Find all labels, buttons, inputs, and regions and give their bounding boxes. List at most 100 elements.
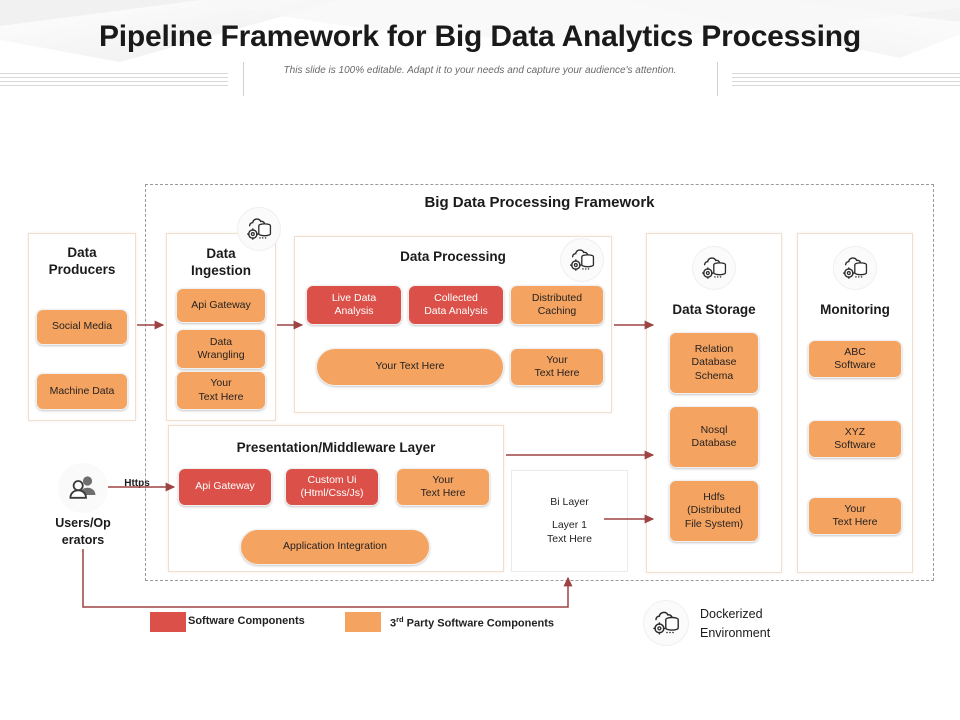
- box-live-data-analysis-line2: Analysis: [334, 305, 374, 317]
- slide-canvas: Pipeline Framework for Big Data Analytic…: [0, 0, 960, 720]
- box-presentation-your-text-line2: Text Here: [420, 487, 466, 499]
- box-relation-db-line2: Database: [691, 356, 737, 369]
- box-monitoring-your-text-here[interactable]: Your Text Here: [808, 497, 902, 535]
- box-xyz-line2: Software: [834, 439, 876, 451]
- box-social-media[interactable]: Social Media: [36, 309, 128, 345]
- box-abc-software-label: ABC Software: [834, 346, 875, 373]
- box-bi-layer[interactable]: Bi Layer Layer 1 Text Here: [511, 470, 628, 572]
- header-rule-left-2: [0, 77, 228, 78]
- legend-docker-line1: Dockerized: [700, 607, 763, 621]
- box-collected-data-analysis[interactable]: Collected Data Analysis: [408, 285, 504, 325]
- box-distributed-caching-line1: Distributed: [531, 291, 583, 304]
- legend-third-party-rest: Party Software Components: [403, 617, 554, 630]
- box-processing-your-text-line2: Text Here: [534, 367, 580, 379]
- box-hdfs[interactable]: Hdfs (Distributed File System): [669, 480, 759, 542]
- box-processing-your-text-here-wide-label: Your Text Here: [375, 360, 445, 373]
- box-xyz-software-label: XYZ Software: [834, 426, 875, 453]
- legend-docker-line2: Environment: [700, 626, 771, 640]
- box-monitoring-your-text-line2: Text Here: [832, 516, 878, 528]
- box-data-wrangling-line1: Data: [209, 335, 233, 348]
- data-producers-title-line1: Data: [67, 245, 97, 260]
- box-abc-line1: ABC: [844, 345, 866, 358]
- header-rule-left-3: [0, 81, 228, 82]
- box-relation-database-schema[interactable]: Relation Database Schema: [669, 332, 759, 394]
- box-live-data-analysis-line1: Live Data: [331, 291, 377, 304]
- panel-title-data-producers: Data Producers: [28, 244, 136, 278]
- page-title: Pipeline Framework for Big Data Analytic…: [98, 20, 862, 53]
- users-operators-label: Users/Op erators: [28, 515, 138, 549]
- box-ingestion-your-text-here-label: Your Text Here: [199, 377, 244, 404]
- box-presentation-api-gateway[interactable]: Api Gateway: [178, 468, 272, 506]
- box-hdfs-line1: Hdfs: [703, 490, 725, 503]
- box-relation-db-line1: Relation: [694, 342, 734, 355]
- box-processing-your-text-line1: Your: [546, 353, 568, 366]
- box-presentation-your-text-line1: Your: [432, 473, 454, 486]
- legend-dockerized-environment: Dockerized Environment: [700, 605, 870, 643]
- users-icon: [58, 463, 108, 513]
- box-hdfs-line3: File System): [684, 517, 744, 530]
- box-monitoring-your-text-line1: Your: [844, 502, 866, 515]
- box-abc-software[interactable]: ABC Software: [808, 340, 902, 378]
- box-nosql-line1: Nosql: [700, 423, 728, 436]
- box-distributed-caching[interactable]: Distributed Caching: [510, 285, 604, 325]
- users-operators-line1: Users/Op: [55, 516, 111, 530]
- box-hdfs-line2: (Distributed: [687, 504, 741, 517]
- box-ingestion-api-gateway[interactable]: Api Gateway: [176, 288, 266, 323]
- box-custom-ui[interactable]: Custom Ui (Html/Css/Js): [285, 468, 379, 506]
- box-abc-line2: Software: [834, 359, 876, 371]
- panel-title-presentation-middleware: Presentation/Middleware Layer: [236, 440, 436, 455]
- legend-label-third-party: 3rd Party Software Components: [390, 615, 554, 630]
- box-processing-your-text-here[interactable]: Your Text Here: [510, 348, 604, 386]
- box-ingestion-your-text-line1: Your: [210, 377, 232, 389]
- box-application-integration-label: Application Integration: [283, 540, 387, 553]
- panel-title-monitoring: Monitoring: [820, 302, 890, 317]
- box-custom-ui-line2: (Html/Css/Js): [300, 487, 364, 499]
- bi-layer-line1: Bi Layer: [550, 495, 589, 508]
- box-collected-data-analysis-line1: Collected: [434, 291, 478, 304]
- box-distributed-caching-line2: Caching: [537, 305, 577, 317]
- box-monitoring-your-text-here-label: Your Text Here: [833, 503, 878, 530]
- data-ingestion-title-line2: Ingestion: [191, 263, 251, 278]
- legend-swatch-software-components: [150, 612, 186, 632]
- box-data-wrangling-label: Data Wrangling: [197, 336, 244, 363]
- box-xyz-software[interactable]: XYZ Software: [808, 420, 902, 458]
- box-presentation-your-text-here-label: Your Text Here: [421, 474, 466, 501]
- box-collected-data-analysis-line2: Data Analysis: [424, 305, 488, 317]
- box-ingestion-your-text-line2: Text Here: [198, 390, 244, 403]
- box-ingestion-your-text-here[interactable]: Your Text Here: [176, 371, 266, 410]
- dockerized-cloud-database-icon: [692, 246, 736, 290]
- box-nosql-line2: Database: [691, 437, 737, 449]
- box-custom-ui-line1: Custom Ui: [307, 473, 357, 486]
- box-data-wrangling-line2: Wrangling: [197, 349, 245, 361]
- legend-swatch-third-party: [345, 612, 381, 632]
- dockerized-cloud-database-icon: [560, 238, 604, 282]
- box-nosql-database[interactable]: Nosql Database: [669, 406, 759, 468]
- users-operators-line2: erators: [61, 533, 105, 547]
- header-rule-right-1: [732, 73, 960, 74]
- page-subtitle: This slide is 100% editable. Adapt it to…: [283, 65, 677, 76]
- box-live-data-analysis[interactable]: Live Data Analysis: [306, 285, 402, 325]
- box-social-media-label: Social Media: [51, 320, 113, 333]
- bi-layer-line3: Text Here: [547, 532, 592, 545]
- https-label: Https: [124, 478, 150, 489]
- box-distributed-caching-label: Distributed Caching: [532, 292, 582, 319]
- box-presentation-your-text-here[interactable]: Your Text Here: [396, 468, 490, 506]
- box-data-wrangling[interactable]: Data Wrangling: [176, 329, 266, 369]
- box-ingestion-api-gateway-label: Api Gateway: [191, 298, 251, 311]
- header-rule-left-4: [0, 85, 228, 86]
- box-live-data-analysis-label: Live Data Analysis: [332, 292, 376, 319]
- box-processing-your-text-here-label: Your Text Here: [535, 354, 580, 381]
- dockerized-cloud-database-icon: [237, 207, 281, 251]
- bi-layer-line2: Layer 1: [551, 519, 588, 532]
- dockerized-cloud-database-icon: [833, 246, 877, 290]
- box-machine-data[interactable]: Machine Data: [36, 373, 128, 410]
- data-ingestion-title-line1: Data: [206, 246, 236, 261]
- box-presentation-api-gateway-label: Api Gateway: [195, 480, 255, 493]
- dockerized-cloud-database-icon: [643, 600, 689, 646]
- header-rule-right-3: [732, 81, 960, 82]
- box-application-integration[interactable]: Application Integration: [240, 529, 430, 565]
- box-processing-your-text-here-wide[interactable]: Your Text Here: [316, 348, 504, 386]
- header-rule-right-2: [732, 77, 960, 78]
- box-custom-ui-label: Custom Ui (Html/Css/Js): [301, 474, 364, 501]
- header-rule-right-4: [732, 85, 960, 86]
